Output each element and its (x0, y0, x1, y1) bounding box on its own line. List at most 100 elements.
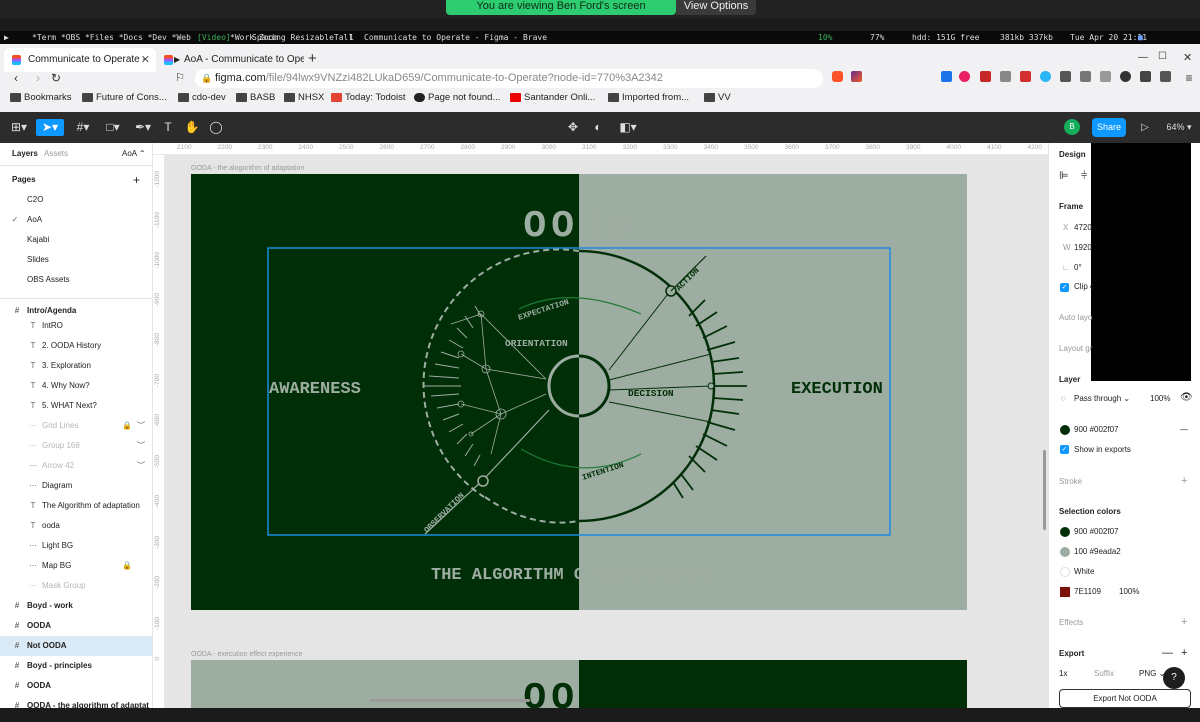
page-selector[interactable]: AoA ⌃ (122, 149, 146, 158)
layer-algorithm-of-adaptation[interactable]: T The Algorithm of adaptation (0, 496, 152, 516)
page-item-c2o[interactable]: C2O (0, 190, 152, 210)
layer-intro[interactable]: T IntRO (0, 316, 152, 336)
add-stroke-icon[interactable]: + (1181, 475, 1187, 487)
close-window-button[interactable]: ✕ (1183, 51, 1192, 64)
bookmark-cdo-dev[interactable]: cdo-dev (178, 91, 226, 105)
fill-color-label[interactable]: 900 #002f07 (1074, 424, 1119, 436)
pen-tool-icon[interactable]: ✒▾ (130, 119, 156, 136)
add-export-icon[interactable]: + (1181, 647, 1187, 659)
bookmark-todoist[interactable]: Today: Todoist (331, 91, 406, 105)
tray-icon[interactable]: ■ (1138, 31, 1143, 44)
layer-ooda-algorithm[interactable]: # OODA - the algorithm of adaptat (0, 696, 152, 708)
selection-color-opacity[interactable]: 100% (1119, 586, 1139, 598)
export-scale[interactable]: 1x (1059, 668, 1067, 680)
selection-color-swatch[interactable] (1060, 587, 1070, 597)
address-bar[interactable]: 🔒 figma.com/file/94lwx9VNZzi482LUkaD659/… (195, 69, 823, 88)
layer-group-168[interactable]: ⋯ Group 168 ︶ (0, 436, 152, 456)
layer-ooda-frame-2[interactable]: # OODA (0, 676, 152, 696)
layer-ooda-history[interactable]: T 2. OODA History (0, 336, 152, 356)
selection-color-label[interactable]: 7E1109 (1074, 586, 1101, 598)
brave-rewards-icon[interactable] (851, 71, 862, 82)
layer-boyd-work[interactable]: # Boyd - work (0, 596, 152, 616)
layer-not-ooda[interactable]: # Not OODA (0, 636, 152, 656)
assets-tab[interactable]: Assets (44, 149, 68, 158)
page-item-kajabi[interactable]: Kajabi (0, 230, 152, 250)
layer-boyd-principles[interactable]: # Boyd - principles (0, 656, 152, 676)
component-icon[interactable]: ✥ (565, 119, 581, 136)
extension-1-icon[interactable] (941, 71, 952, 82)
maximize-window-button[interactable]: ☐ (1158, 51, 1167, 62)
extension-3-icon[interactable] (980, 71, 991, 82)
bookmark-basb[interactable]: BASB (236, 91, 275, 105)
visibility-eye-icon[interactable]: 👁 (1180, 392, 1193, 404)
extension-2-icon[interactable] (959, 71, 970, 82)
ooda-diagram-frame[interactable]: OODA AWARENESS EXECUTION ORIENTATION DEC… (191, 174, 967, 610)
layer-opacity[interactable]: 100% (1150, 393, 1170, 405)
new-tab-button[interactable]: + (308, 50, 317, 67)
x-value[interactable]: 4720 (1074, 222, 1092, 234)
w-value[interactable]: 1920 (1074, 242, 1092, 254)
remove-fill-icon[interactable]: — (1180, 424, 1188, 436)
move-tool-icon[interactable]: ➤▾ (36, 119, 64, 136)
layer-mask-group[interactable]: ⋯ Mask Group (0, 576, 152, 596)
reload-button[interactable]: ↻ (49, 71, 63, 85)
layer-light-bg[interactable]: ⋯ Light BG (0, 536, 152, 556)
layer-ooda-frame[interactable]: # OODA (0, 616, 152, 636)
extension-6-icon[interactable] (1040, 71, 1051, 82)
shape-tool-icon[interactable]: □▾ (100, 119, 126, 136)
page-item-aoa[interactable]: ✓ AoA (0, 210, 152, 230)
selection-color-swatch[interactable] (1060, 527, 1070, 537)
selection-color-swatch[interactable] (1060, 567, 1070, 577)
user-avatar[interactable]: B (1064, 119, 1080, 135)
help-button[interactable]: ? (1163, 667, 1185, 689)
workspace-list[interactable]: *Term *OBS *Files *Docs *Dev *Web (32, 31, 191, 44)
bookmark-page-not-found[interactable]: Page not found... (414, 91, 500, 105)
hidden-eye-icon[interactable]: ︶ (136, 416, 146, 436)
brave-shields-icon[interactable] (832, 71, 843, 82)
blend-mode-select[interactable]: Pass through ⌄ (1074, 393, 1130, 405)
layer-why-now[interactable]: T 4. Why Now? (0, 376, 152, 396)
selection-color-swatch[interactable] (1060, 547, 1070, 557)
rotation-value[interactable]: 0° (1074, 262, 1082, 274)
video-workspace[interactable]: [Video] (197, 31, 231, 44)
browser-menu-icon[interactable]: ≡ (1182, 71, 1196, 85)
main-menu-icon[interactable]: ⊞▾ (6, 119, 32, 136)
fill-swatch[interactable] (1060, 425, 1070, 435)
back-button[interactable]: ‹ (9, 71, 23, 85)
layer-diagram[interactable]: ⋯ Diagram (0, 476, 152, 496)
layer-exploration[interactable]: T 3. Exploration (0, 356, 152, 376)
close-tab-icon[interactable]: ✕ (141, 48, 150, 72)
hidden-eye-icon[interactable]: ︶ (136, 436, 146, 456)
page-item-slides[interactable]: Slides (0, 250, 152, 270)
export-suffix-input[interactable]: Suffix (1094, 668, 1114, 680)
add-page-icon[interactable]: + (133, 173, 140, 187)
extension-4-icon[interactable] (1000, 71, 1011, 82)
selection-color-label[interactable]: 900 #002f07 (1074, 526, 1119, 538)
view-options-button[interactable]: View Options (676, 0, 756, 15)
launcher-icon[interactable]: ▶ (4, 31, 9, 44)
horizontal-scrollbar[interactable] (370, 699, 530, 702)
extension-8-icon[interactable] (1080, 71, 1091, 82)
selection-color-label[interactable]: 100 #9eada2 (1074, 546, 1121, 558)
extension-9-icon[interactable] (1100, 71, 1111, 82)
selection-color-label[interactable]: White (1074, 566, 1094, 578)
bookmark-nhsx[interactable]: NHSX (284, 91, 324, 105)
vertical-scrollbar[interactable] (1043, 450, 1046, 530)
text-tool-icon[interactable]: T (160, 119, 176, 136)
present-play-icon[interactable]: ▷ (1138, 119, 1152, 136)
remove-export-icon[interactable]: — (1162, 647, 1173, 659)
extension-11-icon[interactable] (1140, 71, 1151, 82)
hand-tool-icon[interactable]: ✋ (184, 119, 200, 136)
design-canvas[interactable]: OODA - the alogorithm of adaptation OODA… (165, 155, 1048, 708)
add-effect-icon[interactable]: + (1181, 616, 1187, 628)
zoom-level[interactable]: 64% ▾ (1164, 119, 1194, 136)
minimize-window-button[interactable]: — (1138, 52, 1148, 63)
layer-ooda-text[interactable]: Tooda (0, 516, 152, 536)
page-item-obs-assets[interactable]: OBS Assets (0, 270, 152, 290)
export-button[interactable]: Export Not OODA (1059, 689, 1191, 708)
bookmark-page-icon[interactable]: ⚐ (173, 71, 187, 84)
extension-5-icon[interactable] (1020, 71, 1031, 82)
extensions-puzzle-icon[interactable] (1160, 71, 1171, 82)
tab-communicate-to-operate[interactable]: Communicate to Operate - ✕ (4, 48, 156, 72)
layer-arrow-42[interactable]: — Arrow 42 ︶ (0, 456, 152, 476)
